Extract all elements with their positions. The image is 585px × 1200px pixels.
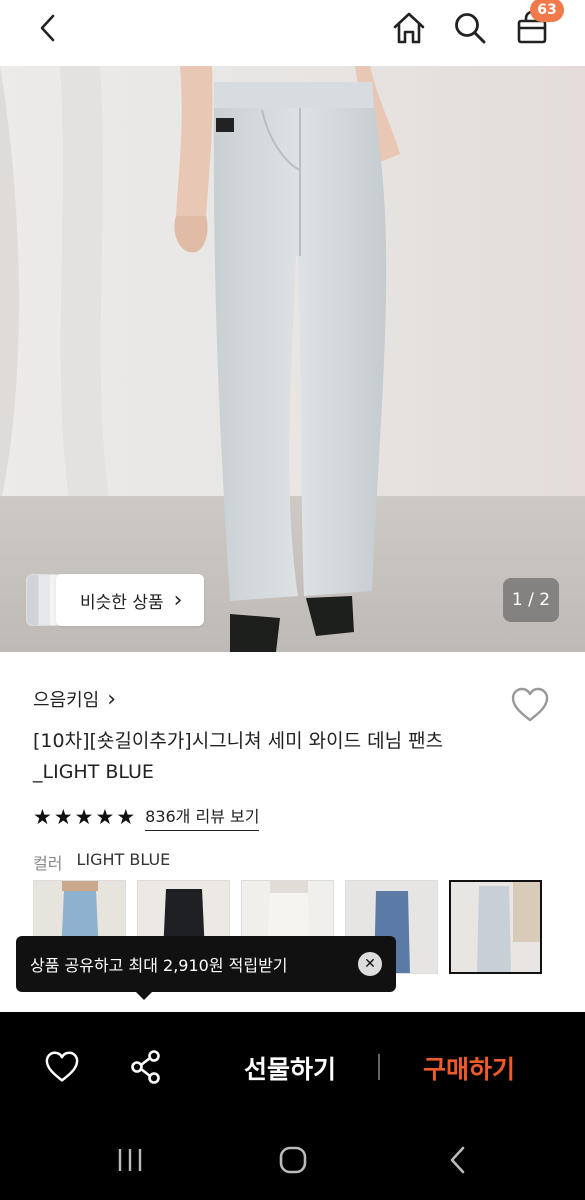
color-row: 컬러 LIGHT BLUE: [33, 850, 170, 874]
star-icon: ★: [95, 804, 115, 829]
brand-name: 으음키임: [33, 690, 100, 711]
action-wishlist-button[interactable]: [40, 1045, 84, 1089]
rating-row: ★ ★ ★ ★ ★ 836개 리뷰 보기: [33, 803, 260, 831]
product-title: [10차][숏길이추가]시그니쳐 세미 와이드 데님 팬츠 _LIGHT BLU…: [33, 726, 503, 788]
buy-button[interactable]: 구매하기: [398, 1040, 540, 1096]
share-button[interactable]: [124, 1045, 168, 1089]
system-home-button[interactable]: [271, 1138, 315, 1182]
heart-icon: [511, 687, 549, 722]
product-photo: [0, 66, 585, 652]
title-line-2: _LIGHT BLUE: [33, 761, 154, 783]
top-bar: 63: [0, 0, 585, 66]
star-icon: ★: [53, 804, 73, 829]
star-icon: ★: [116, 804, 136, 829]
system-back-button[interactable]: [436, 1138, 480, 1182]
action-divider: [378, 1054, 380, 1080]
home-circle-icon: [279, 1146, 307, 1174]
share-reward-tooltip: 상품 공유하고 최대 2,910원 적립받기 ✕: [16, 936, 396, 1000]
title-line-1: [10차][숏길이추가]시그니쳐 세미 와이드 데님 팬츠: [33, 730, 444, 752]
close-icon[interactable]: ✕: [358, 952, 382, 976]
similar-products-button[interactable]: 비슷한 상품 ›: [56, 574, 205, 626]
cart-count-badge: 63: [530, 0, 564, 22]
star-icon: ★: [33, 804, 52, 829]
back-button[interactable]: [26, 6, 70, 50]
search-icon: [455, 13, 486, 44]
review-link[interactable]: 836개 리뷰 보기: [145, 803, 260, 831]
share-icon: [131, 1050, 160, 1084]
swatch-light-blue-selected[interactable]: [449, 880, 542, 974]
home-icon: [393, 12, 425, 44]
star-icon: ★: [74, 804, 94, 829]
home-button[interactable]: [387, 6, 431, 50]
color-value: LIGHT BLUE: [76, 850, 171, 869]
product-image[interactable]: 비슷한 상품 › 1 / 2: [0, 66, 585, 652]
heart-icon: [45, 1051, 79, 1082]
chevron-right-icon: ›: [107, 686, 117, 712]
image-page-counter: 1 / 2: [503, 578, 559, 622]
brand-link[interactable]: 으음키임 ›: [33, 686, 116, 712]
rating-stars: ★ ★ ★ ★ ★: [33, 804, 136, 829]
similar-products-label: 비슷한 상품: [80, 592, 164, 613]
chevron-left-icon: [40, 14, 55, 42]
product-detail-screen: 63 비슷한 상품 › 1 / 2 으음키임 › [10차][숏길이추가]시그니…: [0, 0, 585, 1200]
search-button[interactable]: [448, 6, 492, 50]
wishlist-button[interactable]: [507, 682, 553, 728]
recent-apps-icon: [118, 1149, 142, 1171]
gift-button[interactable]: 선물하기: [220, 1040, 360, 1096]
recent-apps-button[interactable]: [108, 1138, 152, 1182]
similar-products-chip[interactable]: 비슷한 상품 ›: [26, 574, 205, 626]
color-label: 컬러: [33, 854, 63, 873]
tooltip-text: 상품 공유하고 최대 2,910원 적립받기: [30, 956, 288, 975]
chevron-right-icon: ›: [173, 587, 183, 613]
back-icon: [450, 1146, 465, 1174]
cart-button[interactable]: 63: [510, 0, 564, 50]
